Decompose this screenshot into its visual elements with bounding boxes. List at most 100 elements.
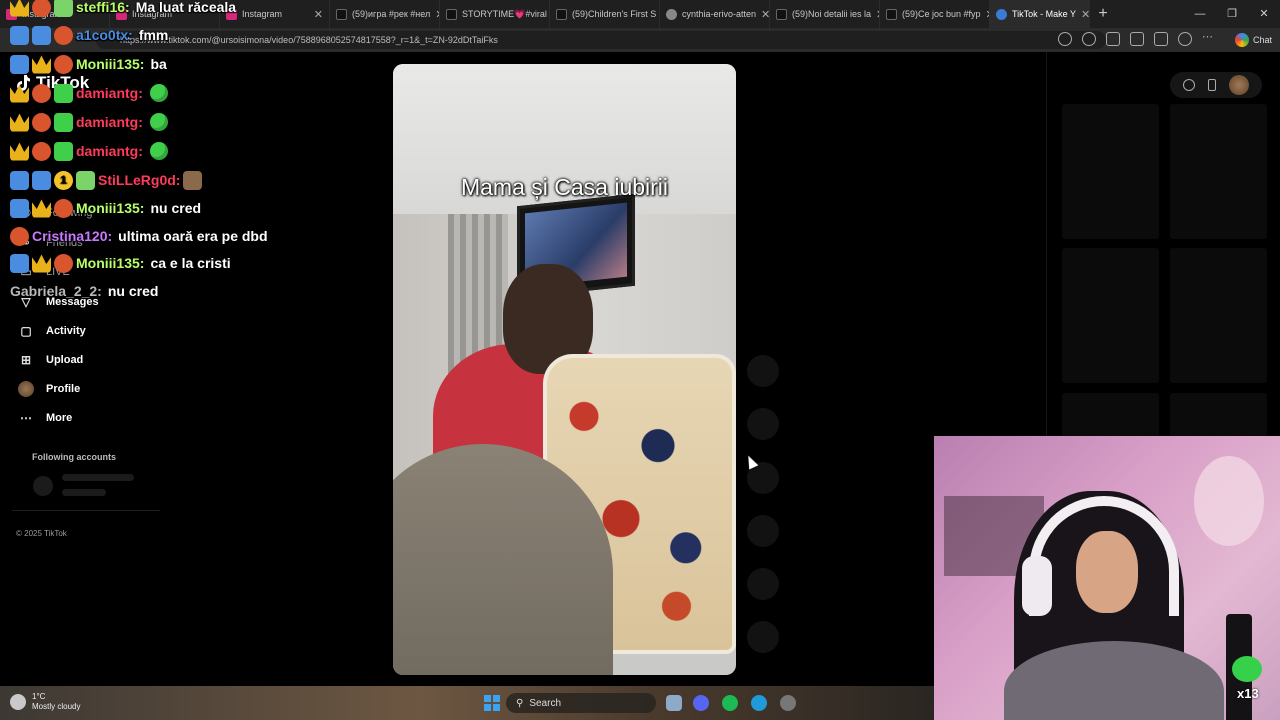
- red-panda-badge-icon: [54, 253, 73, 273]
- gift-badge-icon: [54, 0, 73, 17]
- comment-button[interactable]: [747, 408, 779, 440]
- browser-tab[interactable]: (59)Ce joc bun #fyp✕: [880, 0, 990, 28]
- device-icon[interactable]: [1207, 79, 1216, 91]
- star-icon[interactable]: [1058, 32, 1072, 46]
- sound-disc-button[interactable]: [747, 621, 779, 653]
- red-panda-badge-icon: [54, 54, 73, 74]
- cloud-icon: [10, 694, 26, 710]
- menu-icon[interactable]: ⋯: [1202, 32, 1216, 46]
- chat-message: Moniii135: ba: [10, 53, 167, 75]
- video-thumbnail[interactable]: [1170, 248, 1267, 383]
- activity-icon: ▢: [20, 324, 32, 338]
- temperature: 1°C: [32, 692, 46, 701]
- chat-username: Moniii135:: [76, 255, 145, 271]
- red-panda-badge-icon: [10, 226, 29, 246]
- more-actions-button[interactable]: [747, 568, 779, 600]
- new-tab-button[interactable]: +: [1090, 5, 1116, 23]
- edge-icon[interactable]: [751, 695, 767, 711]
- chat-message: damiantg:: [10, 82, 168, 104]
- browser-tab[interactable]: cynthia-erivo-atten ✕: [660, 0, 770, 28]
- chat-username: Moniii135:: [76, 56, 145, 72]
- chat-text: nu cred: [107, 283, 159, 299]
- video-thumbnail[interactable]: [1062, 104, 1159, 239]
- window-controls: — ❐ ✕: [1184, 0, 1280, 28]
- taskbar-search[interactable]: ⚲ Search: [506, 693, 656, 713]
- taskbar: 1°C Mostly cloudy ⚲ Search: [0, 686, 934, 720]
- sidebar-item-activity[interactable]: ▢ Activity: [18, 323, 85, 339]
- tool-badge-icon: [10, 198, 29, 218]
- weather-text: 1°C Mostly cloudy: [32, 692, 80, 712]
- red-panda-badge-icon: [54, 198, 73, 218]
- chat-message: Cristina120: ultima oară era pe dbd: [10, 225, 268, 247]
- weather-widget[interactable]: 1°C Mostly cloudy: [10, 692, 80, 712]
- tool-badge-icon: [10, 25, 29, 45]
- browser-tab[interactable]: (59)Children's First S✕: [550, 0, 660, 28]
- globe-icon: [666, 8, 677, 20]
- close-window-icon[interactable]: ✕: [1248, 0, 1280, 28]
- search-icon: ⚲: [516, 697, 524, 709]
- video-player[interactable]: Mama și Casa iubirii: [393, 64, 736, 675]
- video-thumbnail[interactable]: [1170, 104, 1267, 239]
- like-button[interactable]: [747, 355, 779, 387]
- crown-badge-icon: [10, 0, 29, 17]
- og-badge-icon: [32, 170, 51, 190]
- mascot-icon: [1232, 656, 1262, 682]
- top-right-tools: [1170, 72, 1262, 98]
- windows-start-icon[interactable]: [484, 695, 500, 711]
- speaker-icon: [996, 8, 1007, 20]
- discord-icon[interactable]: [693, 695, 709, 711]
- video-caption: Mama și Casa iubirii: [460, 174, 669, 200]
- minimize-icon[interactable]: —: [1184, 0, 1216, 28]
- webcam-decor: [1194, 456, 1264, 546]
- copyright-text: © 2025 TikTok: [16, 529, 67, 538]
- favorites-icon[interactable]: [1130, 32, 1144, 46]
- frog-emote-icon: [149, 84, 168, 102]
- copilot-chat-button[interactable]: Chat: [1234, 32, 1272, 48]
- profile-icon[interactable]: [1178, 32, 1192, 46]
- divider: [1046, 52, 1047, 442]
- multiplier-badge: x13: [1237, 686, 1259, 701]
- tool-badge-icon: [10, 170, 29, 190]
- android-badge-icon: [54, 83, 73, 103]
- chat-text: ba: [150, 56, 167, 72]
- crown-badge-icon: [32, 199, 51, 218]
- video-thumbnail[interactable]: [1062, 248, 1159, 383]
- sidebar-item-more[interactable]: ⋯ More: [18, 410, 72, 426]
- app-icon[interactable]: [780, 695, 796, 711]
- frog-emote-icon: [149, 113, 168, 131]
- crown-badge-icon: [32, 254, 51, 273]
- red-panda-badge-icon: [32, 83, 51, 103]
- browser-tab[interactable]: (59)Noi detalii ies la✕: [770, 0, 880, 28]
- chat-message: damiantg:: [10, 111, 168, 133]
- refresh-icon[interactable]: [1082, 32, 1096, 46]
- close-tab-icon[interactable]: ✕: [1081, 8, 1089, 21]
- restore-icon[interactable]: ❐: [1216, 0, 1248, 28]
- tiktok-icon: [886, 8, 897, 20]
- coin-icon[interactable]: [1182, 79, 1195, 91]
- close-tab-icon[interactable]: ✕: [761, 8, 769, 21]
- headset-earcup: [1022, 556, 1052, 616]
- chat-username: Cristina120:: [32, 228, 113, 244]
- chat-text: ultima oară era pe dbd: [118, 228, 268, 244]
- collections-icon[interactable]: [1154, 32, 1168, 46]
- crown-badge-icon: [10, 84, 29, 103]
- red-panda-badge-icon: [32, 141, 51, 161]
- crown-badge-icon: [10, 142, 29, 161]
- chat-username: Gabriela_2_2:: [10, 283, 102, 299]
- profile-avatar: [18, 381, 34, 397]
- browser-tab[interactable]: STORYTIME💗#viral✕: [440, 0, 550, 28]
- chat-message: Moniii135: nu cred: [10, 197, 201, 219]
- red-panda-badge-icon: [54, 25, 73, 45]
- file-explorer-icon[interactable]: [666, 695, 682, 711]
- share-button[interactable]: [747, 515, 779, 547]
- sidebar-item-upload[interactable]: ⊞ Upload: [18, 352, 83, 368]
- video-thumbnail[interactable]: [1062, 393, 1159, 438]
- account-avatar[interactable]: [1229, 75, 1250, 95]
- browser-tab-active[interactable]: TikTok - Make Y ✕: [990, 0, 1090, 28]
- skeleton-line: [62, 489, 106, 496]
- divider: [12, 510, 160, 511]
- spotify-icon[interactable]: [722, 695, 738, 711]
- sidebar-item-profile[interactable]: Profile: [18, 381, 80, 397]
- extensions-icon[interactable]: [1106, 32, 1120, 46]
- video-thumbnail[interactable]: [1170, 393, 1267, 438]
